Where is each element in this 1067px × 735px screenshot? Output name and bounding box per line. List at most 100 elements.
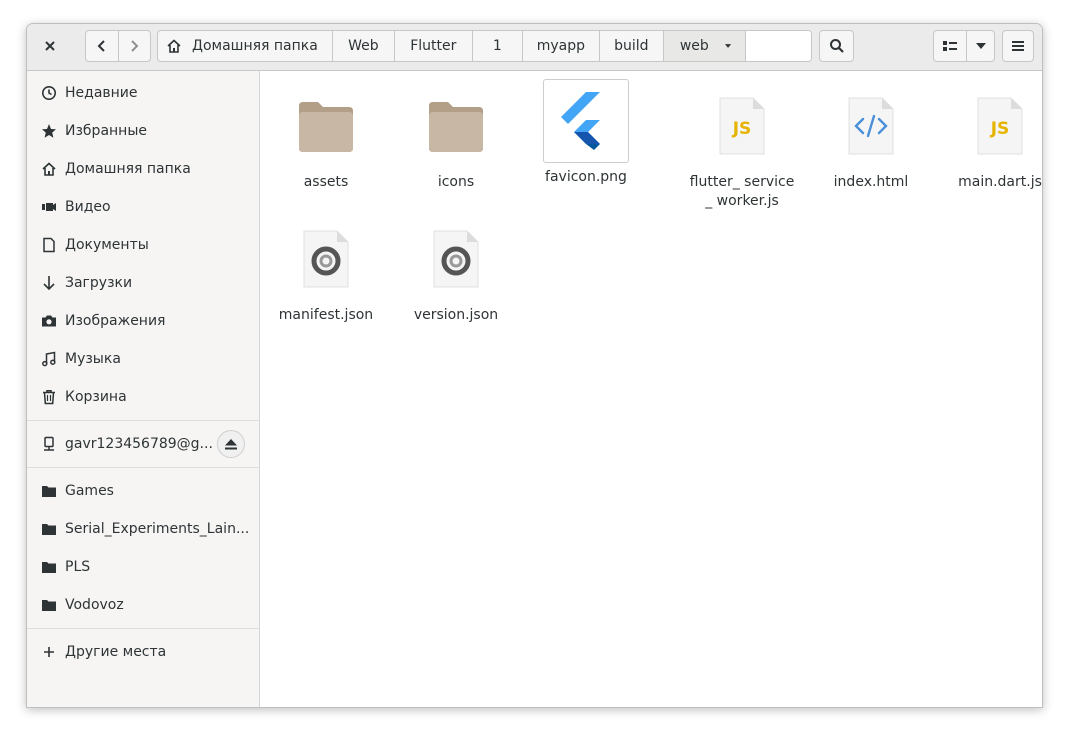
back-button[interactable] — [86, 31, 118, 61]
sidebar-item-videos[interactable]: Видео — [27, 188, 259, 226]
sidebar-separator — [27, 467, 259, 468]
folder-icon — [284, 84, 368, 168]
breadcrumb-label: Flutter — [410, 38, 457, 54]
home-icon — [41, 161, 57, 177]
file-name: assets — [303, 174, 349, 190]
hamburger-menu-icon — [1012, 41, 1024, 51]
file-view: assets icons favicon.png JS flutter_ ser… — [260, 71, 1042, 707]
sidebar-item-music[interactable]: Музыка — [27, 340, 259, 378]
sidebar-item-pictures[interactable]: Изображения — [27, 302, 259, 340]
sidebar-item-recent[interactable]: Недавние — [27, 74, 259, 112]
download-icon — [41, 275, 57, 291]
file-item-main-dart-js[interactable]: JS main.dart.js — [940, 84, 1042, 192]
breadcrumb-build[interactable]: build — [600, 31, 664, 61]
file-name: icons — [437, 174, 475, 190]
music-icon — [41, 351, 57, 367]
path-bar-filler — [745, 31, 811, 61]
sidebar-item-games[interactable]: Games — [27, 472, 259, 510]
breadcrumb-flutter[interactable]: Flutter — [395, 31, 473, 61]
main-menu-button[interactable] — [1002, 30, 1034, 62]
folder-icon — [414, 84, 498, 168]
file-item-version-json[interactable]: version.json — [396, 217, 516, 325]
breadcrumb-label: web — [679, 38, 709, 54]
home-icon — [166, 38, 182, 54]
sidebar-item-label: Games — [65, 483, 114, 499]
file-name: manifest.json — [278, 307, 374, 323]
trash-icon — [41, 389, 57, 405]
search-button[interactable] — [819, 30, 854, 62]
sidebar-item-label: Домашняя папка — [65, 161, 191, 177]
network-drive-icon — [41, 436, 57, 452]
js-file-icon: JS — [700, 84, 784, 168]
file-item-flutter-service-worker[interactable]: JS flutter_ service_ worker.js — [682, 84, 802, 211]
video-icon — [41, 199, 57, 215]
sidebar-item-documents[interactable]: Документы — [27, 226, 259, 264]
sidebar-item-pls[interactable]: PLS — [27, 548, 259, 586]
sidebar-item-label: Serial_Experiments_Lain... — [65, 521, 250, 537]
json-file-icon — [284, 217, 368, 301]
search-icon — [829, 39, 844, 53]
folder-icon — [41, 483, 57, 499]
clock-icon — [41, 85, 57, 101]
chevron-down-icon — [724, 44, 731, 48]
sidebar-item-label: Музыка — [65, 351, 121, 367]
file-name: version.json — [413, 307, 499, 323]
file-item-index-html[interactable]: index.html — [811, 84, 931, 192]
sidebar-item-network-drive[interactable]: gavr123456789@g... — [27, 425, 259, 463]
header-bar: Домашняя папка Web Flutter 1 myapp build… — [27, 24, 1042, 71]
close-button[interactable] — [35, 31, 65, 61]
file-manager-window: Домашняя папка Web Flutter 1 myapp build… — [26, 23, 1043, 708]
file-item-assets[interactable]: assets — [266, 84, 386, 192]
flutter-logo-thumbnail — [543, 79, 629, 163]
breadcrumb-web-folder[interactable]: Web — [333, 31, 395, 61]
breadcrumb-1[interactable]: 1 — [473, 31, 523, 61]
sidebar-item-starred[interactable]: Избранные — [27, 112, 259, 150]
path-bar: Домашняя папка Web Flutter 1 myapp build… — [157, 30, 812, 62]
sidebar: Недавние Избранные Домашняя папка Видео … — [27, 71, 260, 707]
svg-text:JS: JS — [990, 119, 1010, 139]
breadcrumb-home[interactable]: Домашняя папка — [158, 31, 333, 61]
sidebar-item-label: Vodovoz — [65, 597, 124, 613]
folder-icon — [41, 559, 57, 575]
sidebar-item-label: Изображения — [65, 313, 166, 329]
close-icon — [45, 41, 55, 51]
sidebar-separator — [27, 420, 259, 421]
chevron-left-icon — [97, 40, 105, 52]
sidebar-item-label: gavr123456789@g... — [65, 436, 213, 452]
breadcrumb-label: myapp — [536, 38, 585, 54]
folder-icon — [41, 597, 57, 613]
breadcrumb-label: build — [614, 38, 649, 54]
sidebar-item-trash[interactable]: Корзина — [27, 378, 259, 416]
view-mode-button[interactable] — [934, 31, 968, 61]
js-file-icon: JS — [958, 84, 1042, 168]
forward-button[interactable] — [117, 31, 151, 61]
grid-view-icon — [943, 41, 958, 51]
file-name: index.html — [833, 174, 909, 190]
breadcrumb-myapp[interactable]: myapp — [523, 31, 600, 61]
sidebar-item-downloads[interactable]: Загрузки — [27, 264, 259, 302]
sidebar-item-label: Видео — [65, 199, 111, 215]
document-icon — [41, 237, 57, 253]
sidebar-item-other-locations[interactable]: Другие места — [27, 633, 259, 671]
file-name: favicon.png — [545, 169, 627, 185]
svg-text:JS: JS — [732, 119, 752, 139]
sidebar-item-home[interactable]: Домашняя папка — [27, 150, 259, 188]
folder-icon — [41, 521, 57, 537]
sidebar-item-label: Другие места — [65, 644, 167, 660]
view-options-button[interactable] — [967, 31, 994, 61]
eject-button[interactable] — [217, 430, 245, 458]
breadcrumb-label: 1 — [492, 38, 502, 54]
sidebar-item-serial-experiments[interactable]: Serial_Experiments_Lain... — [27, 510, 259, 548]
breadcrumb-web-current[interactable]: web — [663, 31, 746, 61]
json-file-icon — [414, 217, 498, 301]
sidebar-item-label: Избранные — [65, 123, 147, 139]
sidebar-item-vodovoz[interactable]: Vodovoz — [27, 586, 259, 624]
file-item-favicon[interactable]: favicon.png — [526, 79, 646, 187]
view-toggle-group — [933, 30, 995, 62]
chevron-right-icon — [131, 40, 139, 52]
file-item-manifest-json[interactable]: manifest.json — [266, 217, 386, 325]
file-item-icons[interactable]: icons — [396, 84, 516, 192]
chevron-down-icon — [975, 43, 986, 49]
file-name: flutter_ service_ worker.js — [689, 174, 795, 209]
sidebar-item-label: Документы — [65, 237, 149, 253]
